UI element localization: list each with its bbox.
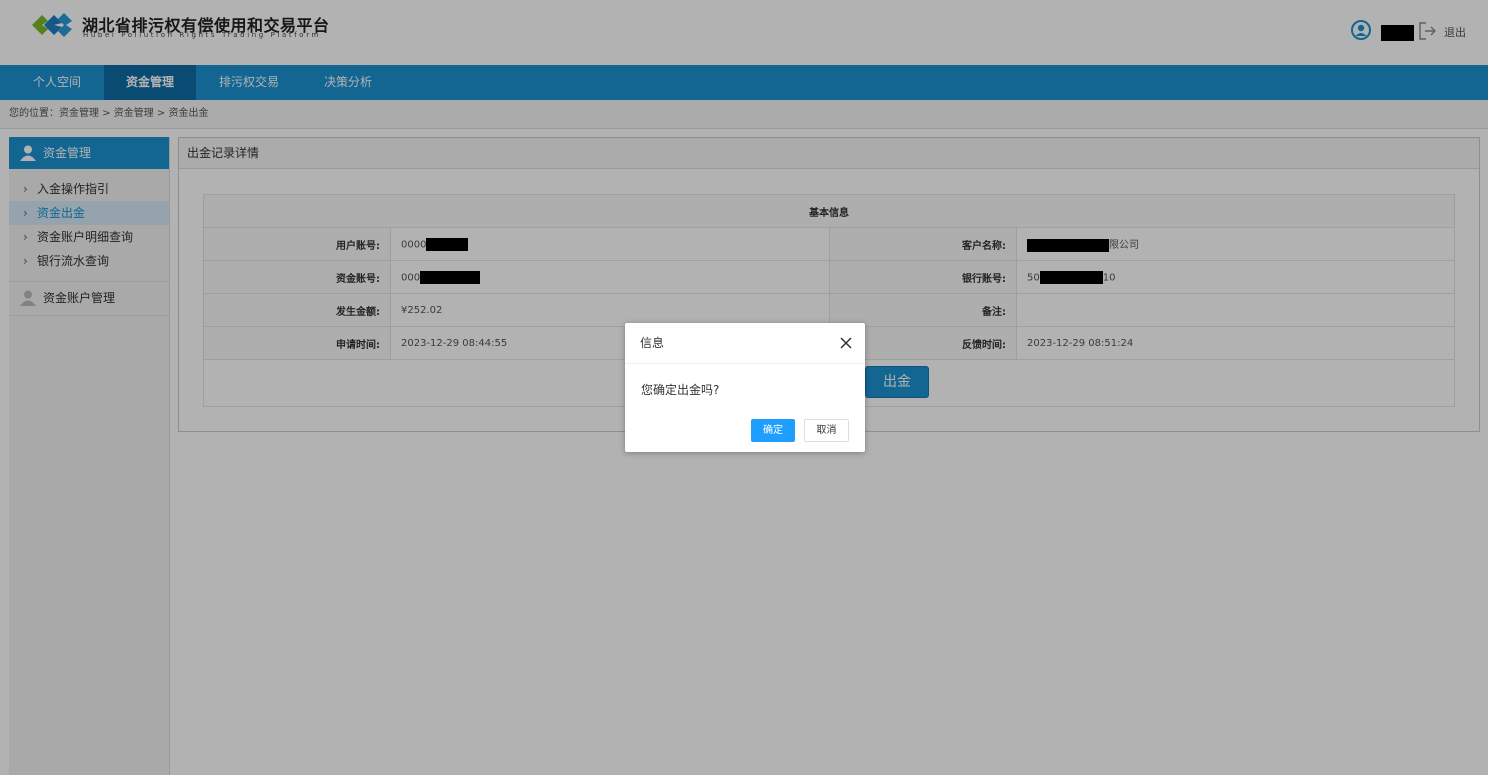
- dialog-header: 信息: [625, 323, 865, 364]
- confirm-button[interactable]: 确定: [751, 419, 795, 442]
- close-icon[interactable]: [839, 336, 853, 350]
- cancel-button[interactable]: 取消: [804, 419, 849, 442]
- dialog-message: 您确定出金吗?: [641, 383, 720, 397]
- confirm-dialog: 信息 您确定出金吗? 确定 取消: [625, 323, 865, 452]
- dialog-title: 信息: [640, 336, 665, 350]
